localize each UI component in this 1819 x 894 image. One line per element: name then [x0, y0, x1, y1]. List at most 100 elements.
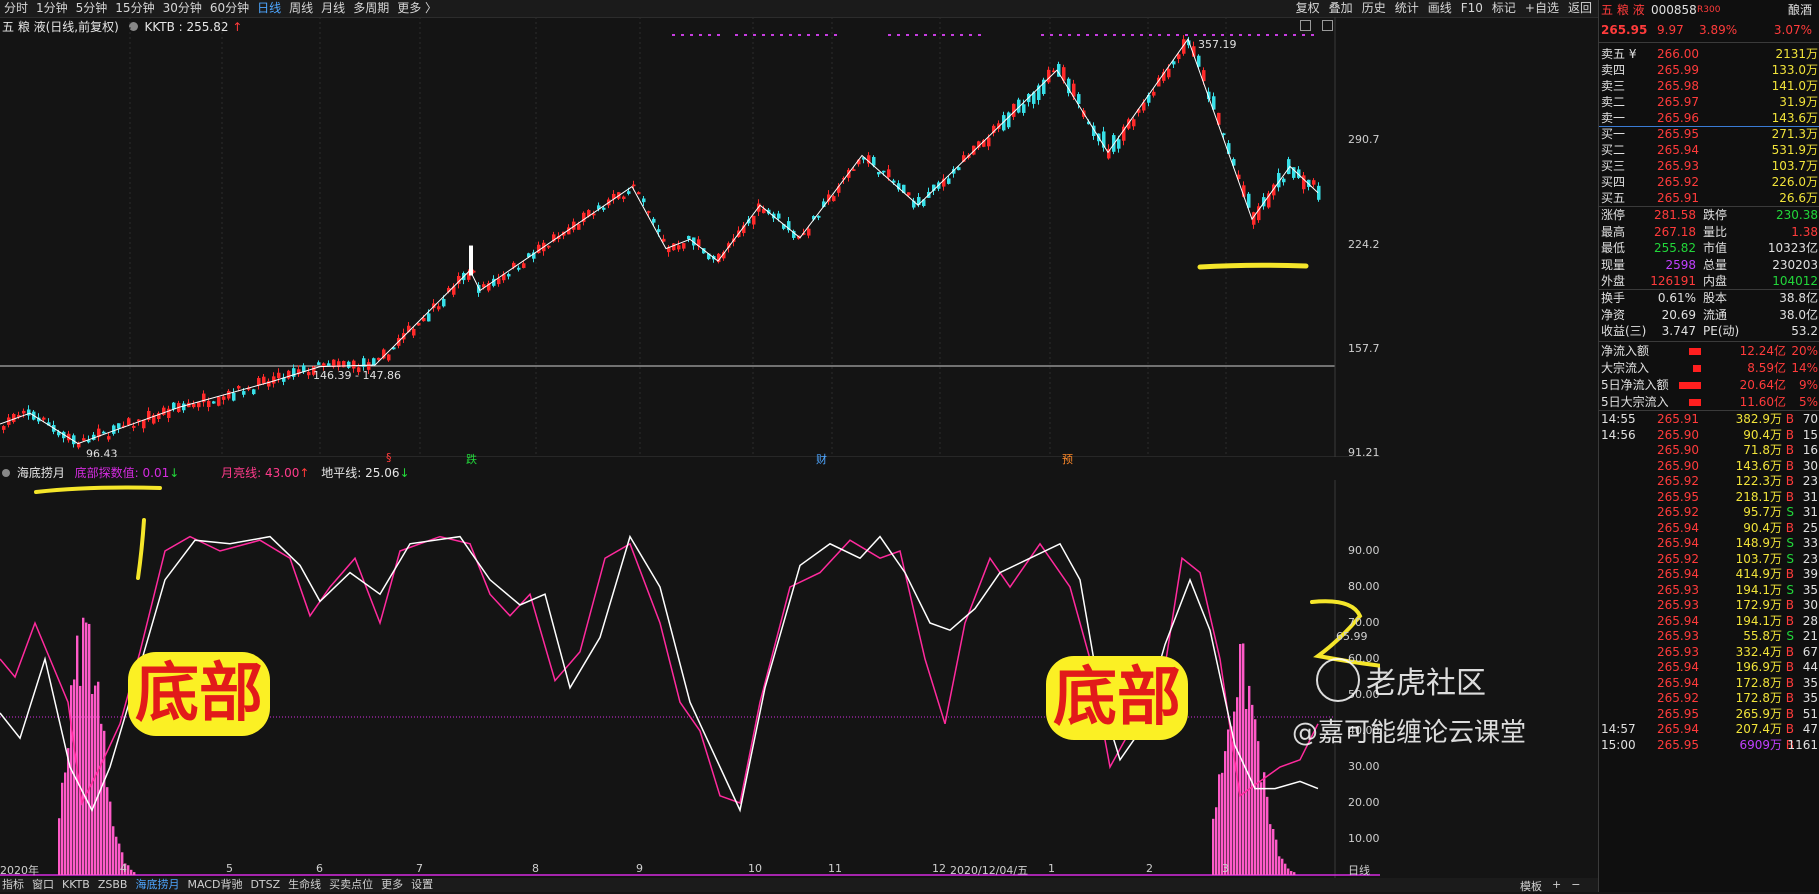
tick-price: 265.93 — [1657, 629, 1699, 643]
candle-body — [752, 215, 756, 225]
tick-count: 25 — [1802, 520, 1818, 535]
divider — [1599, 42, 1819, 43]
histogram-bar — [88, 623, 91, 875]
period-tab[interactable]: 15分钟 — [115, 1, 154, 16]
candle-body — [142, 419, 146, 429]
tool-button[interactable]: 统计 — [1395, 1, 1419, 16]
indicator-settings-icon[interactable] — [2, 469, 10, 477]
indicator-tab[interactable]: 设置 — [411, 878, 433, 892]
extra-pct: 3.07% — [1773, 23, 1812, 37]
indicator-tick: 70.00 — [1348, 616, 1380, 629]
candle-body — [662, 238, 666, 242]
candle-body — [852, 169, 856, 171]
tool-button[interactable]: 标记 — [1492, 1, 1516, 16]
time-tick: 10 — [748, 862, 762, 875]
flow-row: 5日净流入额 20.64亿 9% — [1601, 377, 1819, 394]
candle-body — [112, 425, 116, 434]
candle-body — [887, 169, 891, 178]
signal-dot — [699, 34, 702, 36]
period-tab[interactable]: 1分钟 — [36, 1, 68, 16]
tick-side: B — [1785, 520, 1794, 535]
period-tab[interactable]: 日线 — [257, 1, 281, 16]
signal-dot — [1104, 34, 1107, 36]
period-tab[interactable]: 多周期 — [353, 1, 389, 16]
index-badge: R300 — [1697, 5, 1721, 15]
indicator-tab[interactable]: ZSBB — [98, 878, 128, 892]
candle-body — [647, 211, 651, 213]
tick-side: B — [1785, 567, 1794, 581]
histogram-bar — [115, 836, 118, 875]
flow-label: 5日净流入额 — [1601, 378, 1669, 392]
tick-row: 14:55 265.91 382.9万 B 70 — [1601, 411, 1819, 428]
candle-body — [907, 192, 911, 196]
ask-label: 卖一 — [1601, 111, 1626, 125]
indicator-tab[interactable]: 海底捞月 — [135, 878, 179, 892]
tick-price: 265.94 — [1657, 675, 1699, 690]
indicator-tab[interactable]: DTSZ — [250, 878, 280, 892]
flow-pct: 14% — [1791, 361, 1818, 375]
candle-body — [172, 402, 176, 410]
indicator-tab[interactable]: 生命线 — [288, 878, 321, 892]
candle-body — [422, 318, 426, 322]
candle-body — [262, 376, 266, 384]
histogram-bar — [106, 787, 109, 875]
candle-body — [947, 178, 951, 184]
tool-button[interactable]: 叠加 — [1329, 1, 1353, 16]
tool-button[interactable]: 返回 — [1568, 1, 1592, 16]
signal-dot — [1176, 34, 1179, 36]
tick-time: 14:55 — [1601, 412, 1636, 426]
tick-volume: 382.9万 — [1735, 412, 1782, 426]
indicator-tab[interactable]: 更多 — [381, 878, 403, 892]
marker-bar — [469, 245, 473, 276]
period-tab[interactable]: 30分钟 — [163, 1, 202, 16]
tool-button[interactable]: 复权 — [1296, 1, 1320, 16]
tick-price: 265.90 — [1657, 458, 1699, 473]
indicator-tick: 80.00 — [1348, 580, 1380, 593]
signal-dot — [1086, 34, 1089, 36]
flow-pct: 5% — [1798, 395, 1818, 409]
indicator-tab[interactable]: MACD背驰 — [187, 878, 242, 892]
stat-label: 内盘 — [1703, 274, 1728, 288]
indicator-tab[interactable]: 指标 — [2, 878, 24, 892]
event-mark[interactable]: 跌 — [466, 451, 477, 467]
period-tab[interactable]: 分时 — [4, 1, 28, 16]
tool-button[interactable]: +自选 — [1525, 1, 1559, 16]
period-tab[interactable]: 周线 — [289, 1, 313, 16]
indicator-name: 海底捞月 — [16, 466, 65, 480]
histogram-bar — [1260, 782, 1263, 875]
event-mark[interactable]: 财 — [816, 451, 827, 467]
tick-side: B — [1785, 458, 1794, 473]
indicator-tab[interactable]: 窗口 — [32, 878, 54, 892]
high-label: 357.19 — [1198, 38, 1237, 51]
stat-value: 255.82 — [1654, 241, 1696, 255]
indicator-tab[interactable]: KKTB — [62, 878, 90, 892]
tick-time: 14:57 — [1601, 722, 1636, 736]
tool-button[interactable]: 历史 — [1362, 1, 1386, 16]
event-mark[interactable]: § — [386, 451, 392, 464]
period-tab[interactable]: 60分钟 — [210, 1, 249, 16]
period-tab[interactable]: 更多 〉 — [397, 1, 437, 16]
histogram-bar — [1281, 858, 1284, 875]
tick-count: 31 — [1802, 505, 1818, 519]
signal-dot — [1158, 34, 1161, 36]
candle-body — [237, 386, 241, 389]
histogram-bar — [1287, 868, 1290, 875]
signal-dot — [969, 34, 972, 36]
signal-dot — [924, 34, 927, 36]
period-tab[interactable]: 月线 — [321, 1, 345, 16]
stat-label: PE(动) — [1703, 324, 1740, 338]
candle-body — [657, 229, 661, 232]
tick-price: 265.92 — [1657, 505, 1699, 519]
tick-side: B — [1785, 691, 1794, 705]
event-mark[interactable]: 预 — [1062, 451, 1073, 467]
tick-side: B — [1785, 489, 1794, 504]
indicator-tab[interactable]: 买卖点位 — [329, 878, 373, 892]
flow-pct: 20% — [1791, 344, 1818, 358]
tool-button[interactable]: 画线 — [1428, 1, 1452, 16]
bottom-value-label: 底部探数值: 0.01 — [74, 466, 170, 480]
tool-button[interactable]: F10 — [1461, 1, 1483, 16]
main-kline-chart[interactable]: 357.19 96.43 146.39 - 147.86 — [0, 17, 1380, 457]
price-tick: 290.7 — [1348, 133, 1380, 146]
period-tab[interactable]: 5分钟 — [76, 1, 108, 16]
indicator-header: 海底捞月 底部探数值: 0.01↓ 月亮线: 43.00↑ 地平线: 25.06… — [2, 466, 410, 480]
